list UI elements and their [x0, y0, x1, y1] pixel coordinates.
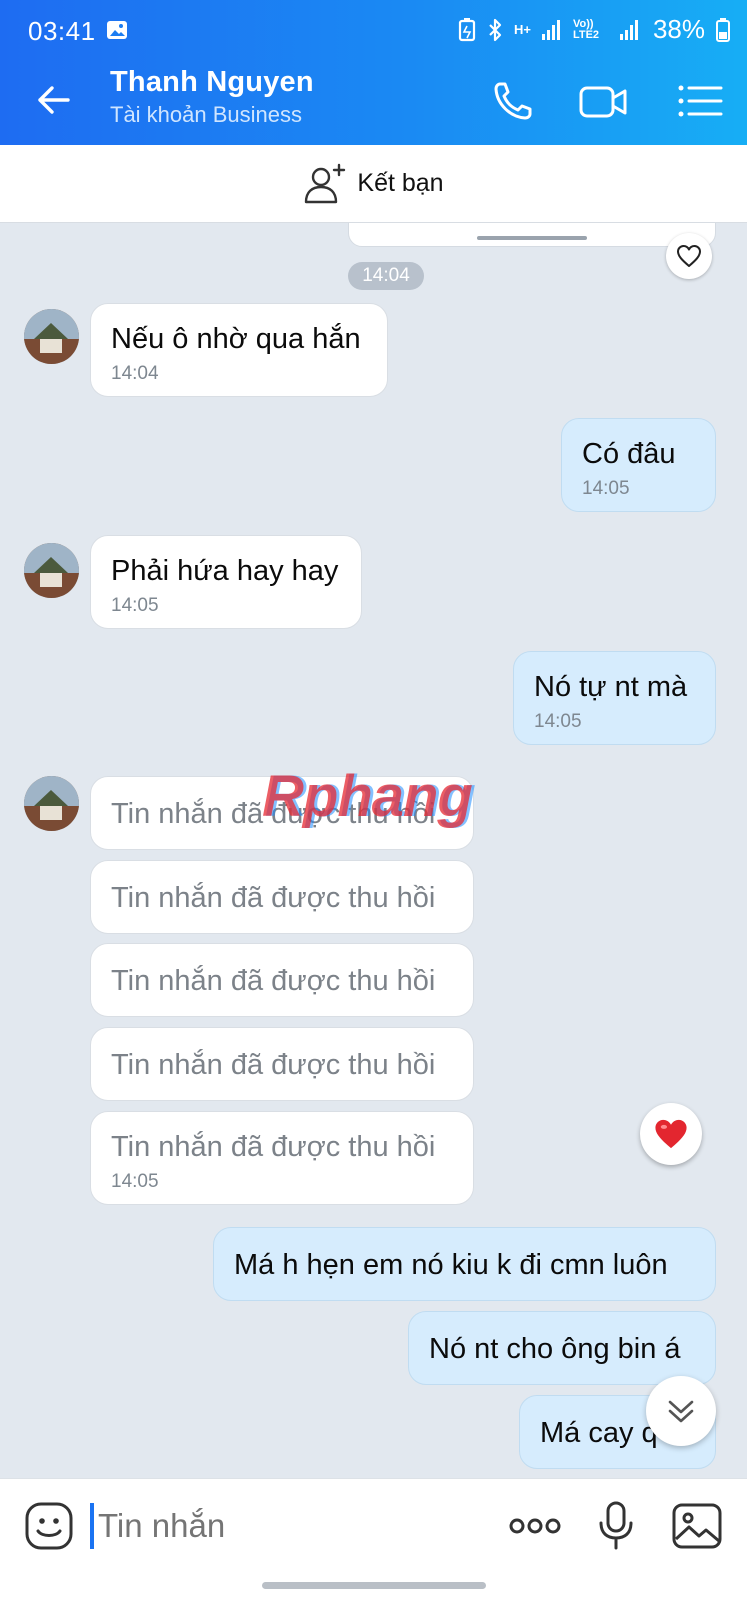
text-cursor [90, 1503, 94, 1549]
message-text: Nó nt cho ông bin á [429, 1333, 681, 1365]
card-divider [477, 236, 587, 240]
chat-header: 03:41 H+ Vo)) LTE2 38% Thanh Nguyen Tài … [0, 0, 747, 145]
message-time: 14:04 [111, 363, 159, 384]
add-friend-bar[interactable]: Kết bạn [0, 145, 747, 223]
message-bubble-out[interactable]: Nó nt cho ông bin á [408, 1311, 716, 1385]
message-bubble-in[interactable]: Phải hứa hay hay 14:05 [90, 535, 362, 629]
message-bubble-out[interactable]: Nó tự nt mà 14:05 [513, 651, 716, 745]
battery-icon [716, 17, 730, 42]
heart-reaction[interactable] [640, 1103, 702, 1165]
message-text: Tin nhắn đã được thu hồi [111, 1049, 436, 1081]
contact-name[interactable]: Thanh Nguyen [110, 66, 314, 99]
status-icons: H+ Vo)) LTE2 38% [458, 14, 731, 45]
title-bar: Thanh Nguyen Tài khoản Business [0, 58, 747, 145]
avatar[interactable] [24, 309, 79, 364]
battery-percent: 38% [652, 14, 705, 44]
time-separator: 14:04 [348, 262, 424, 290]
battery-saver-icon [458, 17, 476, 41]
menu-list-icon[interactable] [676, 76, 726, 126]
watermark-logo: Rphang [262, 764, 473, 829]
gallery-icon[interactable] [672, 1503, 722, 1549]
signal-icon [541, 19, 560, 40]
volte-label: Vo)) LTE2 [572, 17, 600, 41]
chat-area[interactable]: 14:04 Nếu ô nhờ qua hắn 14:04 Có đâu 14:… [0, 223, 747, 1478]
back-arrow-icon[interactable] [34, 80, 74, 120]
previous-message-card[interactable] [348, 223, 716, 247]
heart-outline-icon [677, 245, 701, 267]
message-text: Nếu ô nhờ qua hắn [111, 323, 361, 355]
microphone-icon[interactable] [596, 1501, 636, 1551]
message-bubble-out[interactable]: Có đâu 14:05 [561, 418, 716, 512]
recalled-message[interactable]: Tin nhắn đã được thu hồi [90, 1027, 474, 1101]
message-text: Nó tự nt mà [534, 671, 688, 703]
message-time: 14:05 [582, 478, 630, 499]
emoji-icon[interactable] [24, 1501, 74, 1551]
message-bubble-in[interactable]: Nếu ô nhờ qua hắn 14:04 [90, 303, 388, 397]
add-friend-label: Kết bạn [357, 169, 444, 197]
network-type: H+ [513, 22, 531, 37]
recalled-message[interactable]: Tin nhắn đã được thu hồi [90, 943, 474, 1017]
phone-icon[interactable] [488, 76, 538, 126]
avatar-image [24, 776, 79, 831]
message-text: Tin nhắn đã được thu hồi [111, 1131, 436, 1163]
recalled-message[interactable]: Tin nhắn đã được thu hồi 14:05 [90, 1111, 474, 1205]
video-camera-icon[interactable] [578, 76, 628, 126]
message-time: 14:05 [111, 1171, 159, 1192]
double-chevron-down-icon [668, 1400, 694, 1423]
heart-filled-icon [655, 1119, 687, 1149]
message-text: Phải hứa hay hay [111, 555, 339, 587]
status-bar: 03:41 H+ Vo)) LTE2 38% [0, 0, 747, 58]
message-input[interactable] [98, 1503, 478, 1549]
like-button[interactable] [666, 233, 712, 279]
message-text: Má h hẹn em nó kiu k đi cmn luôn [234, 1249, 668, 1281]
message-text: Tin nhắn đã được thu hồi [111, 965, 436, 997]
recalled-message[interactable]: Tin nhắn đã được thu hồi [90, 860, 474, 934]
scroll-to-bottom-button[interactable] [646, 1376, 716, 1446]
avatar[interactable] [24, 776, 79, 831]
signal-2-icon [619, 19, 638, 40]
more-dots-icon[interactable] [508, 1515, 562, 1537]
message-text: Có đâu [582, 438, 676, 470]
status-time: 03:41 [28, 16, 96, 46]
bluetooth-icon [489, 18, 502, 41]
message-time: 14:05 [534, 711, 582, 732]
gallery-notification-icon [107, 21, 127, 39]
avatar[interactable] [24, 543, 79, 598]
message-time: 14:05 [111, 595, 159, 616]
account-type: Tài khoản Business [110, 102, 302, 127]
avatar-image [24, 543, 79, 598]
add-person-icon [305, 163, 346, 203]
avatar-image [24, 309, 79, 364]
message-bubble-out[interactable]: Má h hẹn em nó kiu k đi cmn luôn [213, 1227, 716, 1301]
message-text: Tin nhắn đã được thu hồi [111, 882, 436, 914]
home-indicator[interactable] [262, 1582, 486, 1589]
